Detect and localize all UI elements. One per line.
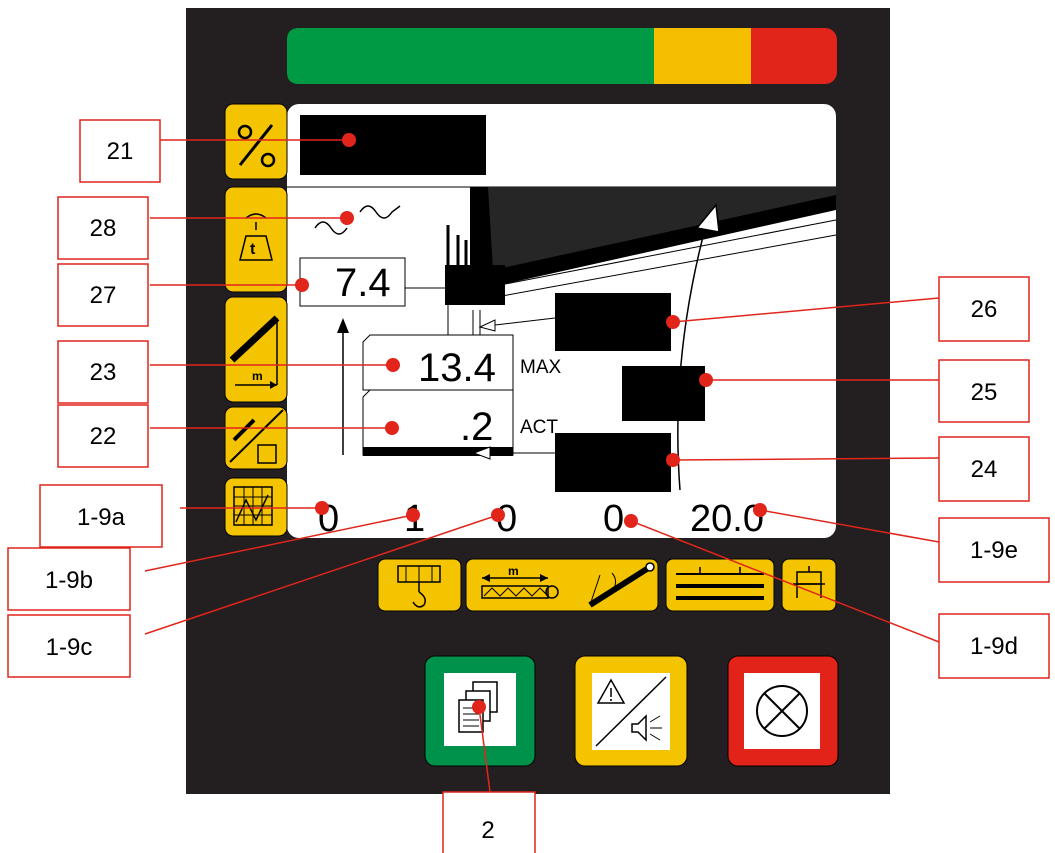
svg-text:22: 22 [90, 423, 117, 450]
key-counterweight[interactable] [781, 558, 837, 612]
callout-22: 22 [57, 404, 149, 468]
crane-display-diagram: 7.4 13.4 MAX .2 ACT 0 1 0 0 20.0 [7, 8, 1050, 853]
side-key-percent[interactable] [224, 103, 288, 180]
svg-text:21: 21 [107, 138, 134, 165]
svg-text:25: 25 [971, 379, 998, 406]
svg-text:m: m [252, 369, 263, 383]
svg-text:1-9e: 1-9e [970, 537, 1018, 564]
svg-text:t: t [250, 241, 256, 258]
callout-27: 27 [57, 263, 149, 327]
callout-21: 21 [79, 119, 161, 183]
callout-1-9e: 1-9e [938, 517, 1050, 583]
boom-angle-value: 7.4 [335, 261, 391, 305]
footer-value-4: 0 [603, 498, 624, 540]
key-hook-block[interactable] [377, 558, 462, 612]
side-key-load-weight[interactable]: t [224, 186, 288, 293]
callout-1-9b: 1-9b [7, 547, 131, 611]
svg-text:23: 23 [90, 359, 117, 386]
side-key-boom-radius[interactable]: m [224, 296, 288, 403]
callout-2: 2 [442, 791, 536, 853]
callout-23: 23 [57, 340, 149, 404]
svg-text:26: 26 [971, 296, 998, 323]
side-key-rigging[interactable] [224, 406, 288, 470]
svg-text:27: 27 [90, 282, 117, 309]
svg-text:1-9a: 1-9a [77, 504, 126, 531]
callout-24: 24 [938, 436, 1030, 502]
svg-text:1-9b: 1-9b [45, 567, 93, 594]
svg-text:24: 24 [971, 456, 998, 483]
actual-load-value: .2 [460, 405, 493, 449]
callout-1-9c: 1-9c [7, 614, 131, 678]
act-label: ACT [520, 417, 558, 438]
load-indicator-bar [287, 28, 837, 84]
svg-text:1-9c: 1-9c [46, 634, 93, 661]
footer-value-5: 20.0 [690, 498, 764, 540]
callout-26: 26 [938, 276, 1030, 342]
field-26 [555, 293, 671, 351]
max-label: MAX [520, 357, 562, 378]
message-field [300, 115, 486, 175]
callout-28: 28 [57, 196, 149, 260]
key-outrigger-angle[interactable]: m [465, 558, 659, 612]
callout-1-9d: 1-9d [938, 613, 1050, 679]
key-layers[interactable] [665, 558, 775, 612]
warning-mute-key[interactable] [574, 655, 688, 767]
svg-text:1-9d: 1-9d [970, 633, 1018, 660]
max-load-value: 13.4 [418, 346, 496, 390]
callout-1-9a: 1-9a [39, 484, 163, 548]
svg-text:m: m [508, 564, 519, 578]
cancel-key[interactable] [727, 655, 839, 767]
callout-25: 25 [938, 359, 1030, 423]
field-25 [622, 366, 705, 421]
svg-text:2: 2 [481, 817, 494, 844]
side-key-grid[interactable] [224, 477, 288, 537]
svg-text:28: 28 [90, 215, 117, 242]
field-24 [555, 433, 671, 492]
